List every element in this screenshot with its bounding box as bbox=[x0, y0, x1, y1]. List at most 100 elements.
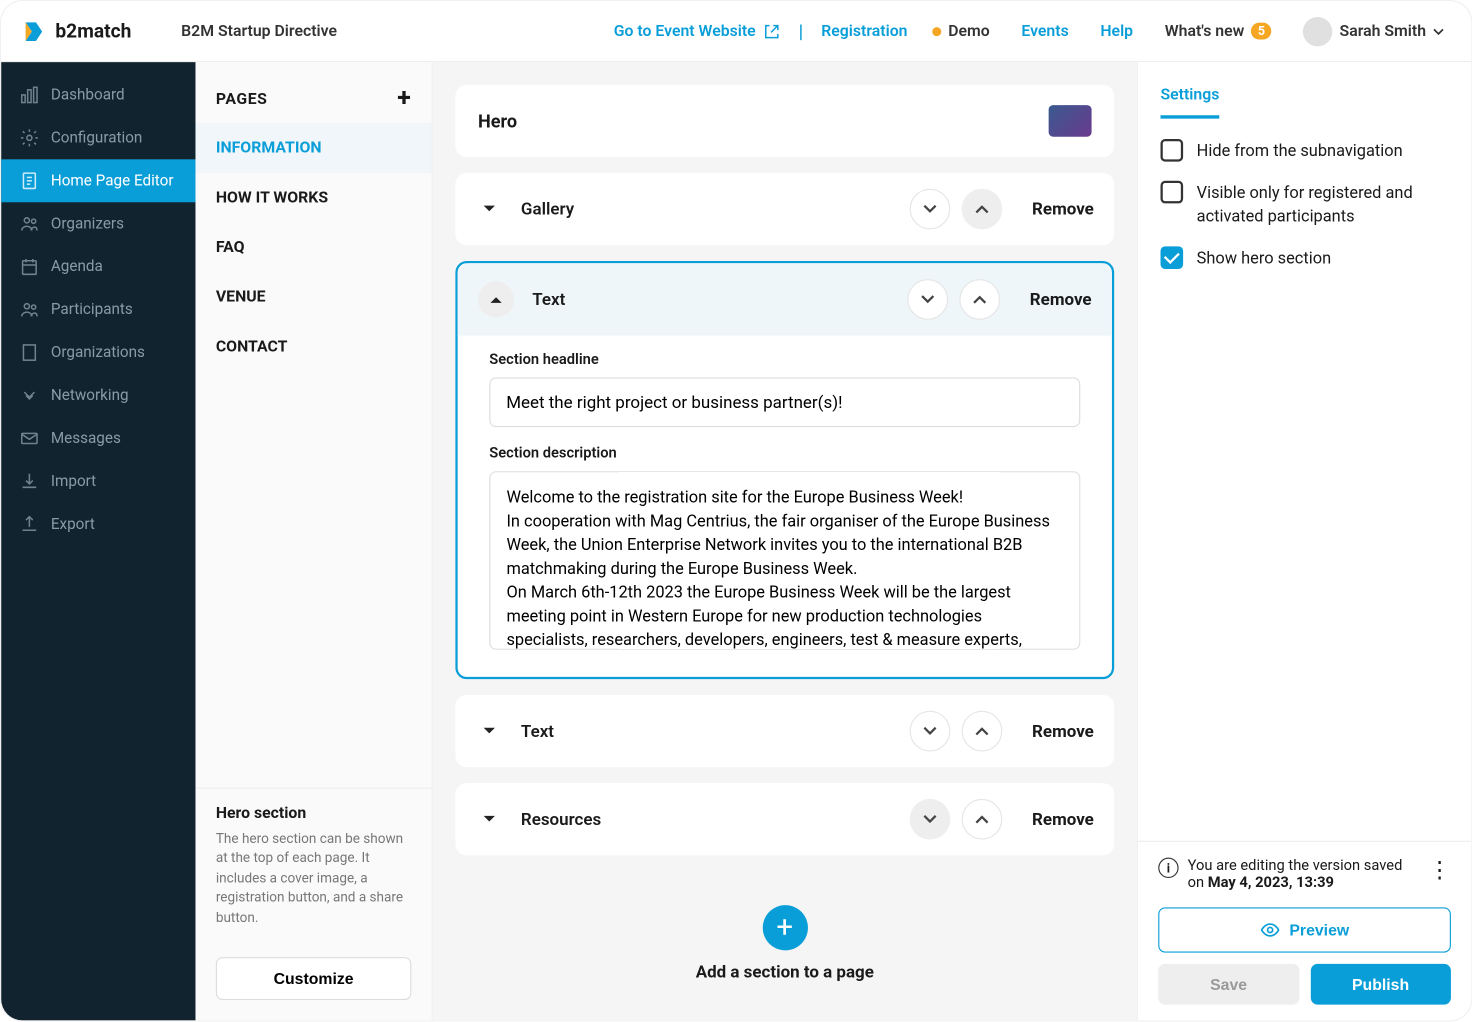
publish-button[interactable]: Publish bbox=[1310, 964, 1451, 1005]
sidebar-item-networking[interactable]: Networking bbox=[1, 374, 195, 417]
move-up-button[interactable] bbox=[960, 279, 1001, 320]
events-link[interactable]: Events bbox=[1015, 22, 1076, 40]
section-card: Resources Remove bbox=[455, 783, 1114, 855]
registration-link[interactable]: Registration bbox=[821, 22, 907, 40]
description-label: Section description bbox=[489, 445, 1080, 462]
page-item-information[interactable]: INFORMATION bbox=[195, 123, 431, 173]
sidebar-item-home-page-editor[interactable]: Home Page Editor bbox=[1, 159, 195, 202]
event-title: B2M Startup Directive bbox=[181, 22, 337, 40]
remove-button[interactable]: Remove bbox=[1032, 809, 1094, 829]
info-icon: i bbox=[1158, 858, 1178, 878]
move-down-button[interactable] bbox=[910, 189, 951, 230]
expand-toggle[interactable] bbox=[476, 718, 503, 745]
users-icon bbox=[19, 299, 39, 319]
section-card: Text Remove Section headline Section descri… bbox=[455, 261, 1114, 679]
sidebar-item-import[interactable]: Import bbox=[1, 460, 195, 503]
remove-button[interactable]: Remove bbox=[1032, 199, 1094, 219]
eye-icon bbox=[1260, 920, 1280, 940]
expand-toggle[interactable] bbox=[476, 195, 503, 222]
page-item-venue[interactable]: VENUE bbox=[195, 272, 431, 322]
checkbox[interactable] bbox=[1161, 181, 1184, 204]
sidebar-item-agenda[interactable]: Agenda bbox=[1, 245, 195, 288]
user-menu[interactable]: Sarah Smith bbox=[1297, 16, 1451, 45]
page-item-how-it-works[interactable]: HOW IT WORKS bbox=[195, 173, 431, 223]
brand-text: b2match bbox=[55, 20, 131, 43]
add-section-label: Add a section to a page bbox=[455, 962, 1114, 982]
pages-title: PAGES bbox=[216, 90, 268, 108]
move-up-button bbox=[962, 189, 1003, 230]
whats-new-link[interactable]: What's new5 bbox=[1158, 22, 1279, 40]
checkbox[interactable] bbox=[1161, 246, 1184, 269]
preview-button[interactable]: Preview bbox=[1158, 907, 1451, 952]
page-item-contact[interactable]: CONTACT bbox=[195, 322, 431, 372]
remove-button[interactable]: Remove bbox=[1032, 721, 1094, 741]
headline-label: Section headline bbox=[489, 351, 1080, 368]
move-up-button[interactable] bbox=[962, 711, 1003, 752]
sidebar-item-configuration[interactable]: Configuration bbox=[1, 116, 195, 159]
hero-info-title: Hero section bbox=[216, 805, 411, 823]
more-menu-button[interactable]: ⋮ bbox=[1428, 858, 1451, 881]
sidebar: DashboardConfigurationHome Page EditorOr… bbox=[1, 62, 195, 1020]
section-card: Text Remove bbox=[455, 695, 1114, 767]
hero-info-desc: The hero section can be shown at the top… bbox=[216, 829, 411, 927]
page-item-faq[interactable]: FAQ bbox=[195, 223, 431, 273]
demo-link[interactable]: Demo bbox=[926, 22, 997, 40]
avatar bbox=[1303, 16, 1332, 45]
status-dot-icon bbox=[932, 27, 941, 36]
pages-panel: PAGES + INFORMATIONHOW IT WORKSFAQVENUEC… bbox=[195, 62, 432, 1020]
checkbox-label: Show hero section bbox=[1197, 246, 1331, 270]
save-button[interactable]: Save bbox=[1158, 964, 1299, 1005]
help-link[interactable]: Help bbox=[1094, 22, 1140, 40]
settings-tab[interactable]: Settings bbox=[1161, 86, 1220, 119]
collapse-toggle[interactable] bbox=[478, 281, 514, 317]
import-icon bbox=[19, 471, 39, 491]
checkbox-label: Hide from the subnavigation bbox=[1197, 139, 1403, 163]
add-page-button[interactable]: + bbox=[397, 87, 411, 112]
move-down-button bbox=[910, 799, 951, 840]
gear-icon bbox=[19, 128, 39, 148]
checkbox[interactable] bbox=[1161, 139, 1184, 162]
add-section-button[interactable]: + bbox=[762, 905, 807, 950]
sidebar-item-participants[interactable]: Participants bbox=[1, 288, 195, 331]
brand-icon bbox=[21, 19, 46, 44]
checkbox-label: Visible only for registered and activate… bbox=[1197, 181, 1449, 228]
whats-new-badge: 5 bbox=[1251, 23, 1272, 40]
chevron-down-icon bbox=[1433, 28, 1444, 35]
chart-icon bbox=[19, 85, 39, 105]
sidebar-item-dashboard[interactable]: Dashboard bbox=[1, 73, 195, 116]
section-label: Text bbox=[532, 289, 896, 309]
handshake-icon bbox=[19, 385, 39, 405]
sidebar-item-organizers[interactable]: Organizers bbox=[1, 202, 195, 245]
description-textarea[interactable]: Welcome to the registration site for the… bbox=[489, 471, 1080, 650]
canvas: Hero Gallery Remove Text Remove Section head… bbox=[433, 62, 1137, 1020]
export-icon bbox=[19, 514, 39, 534]
doc-icon bbox=[19, 171, 39, 191]
go-to-website-link[interactable]: Go to Event Website bbox=[614, 22, 781, 40]
expand-toggle[interactable] bbox=[476, 806, 503, 833]
building-icon bbox=[19, 342, 39, 362]
sidebar-item-organizations[interactable]: Organizations bbox=[1, 331, 195, 374]
headline-input[interactable] bbox=[489, 377, 1080, 427]
section-label: Gallery bbox=[521, 199, 899, 219]
sidebar-item-messages[interactable]: Messages bbox=[1, 417, 195, 460]
sidebar-item-export[interactable]: Export bbox=[1, 503, 195, 546]
move-up-button[interactable] bbox=[962, 799, 1003, 840]
hero-title: Hero bbox=[478, 110, 517, 131]
user-name: Sarah Smith bbox=[1340, 22, 1426, 40]
customize-button[interactable]: Customize bbox=[216, 957, 411, 1000]
external-link-icon bbox=[762, 22, 780, 40]
remove-button[interactable]: Remove bbox=[1030, 289, 1092, 309]
hero-card[interactable]: Hero bbox=[455, 85, 1114, 157]
move-down-button[interactable] bbox=[908, 279, 949, 320]
topbar: b2match B2M Startup Directive Go to Even… bbox=[1, 1, 1471, 62]
section-label: Resources bbox=[521, 809, 899, 829]
brand-logo[interactable]: b2match bbox=[21, 19, 131, 44]
hero-thumbnail bbox=[1049, 105, 1092, 137]
settings-panel: Settings Hide from the subnavigation Visi… bbox=[1137, 62, 1471, 1020]
section-label: Text bbox=[521, 721, 899, 741]
move-down-button[interactable] bbox=[910, 711, 951, 752]
version-text: You are editing the version saved on May… bbox=[1188, 858, 1420, 892]
hero-info: Hero section The hero section can be sho… bbox=[195, 788, 431, 944]
mail-icon bbox=[19, 428, 39, 448]
section-card: Gallery Remove bbox=[455, 173, 1114, 245]
